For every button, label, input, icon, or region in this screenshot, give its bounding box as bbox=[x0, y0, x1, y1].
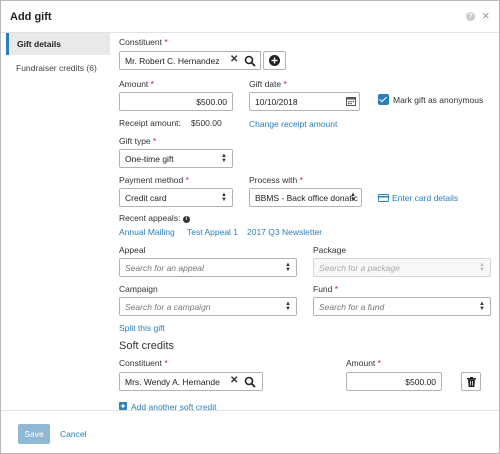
soft-credit-constituent-label: Constituent * bbox=[119, 358, 168, 368]
constituent-input[interactable]: Mr. Robert C. Hernandez bbox=[119, 51, 261, 70]
soft-credit-constituent-input[interactable]: Mrs. Wendy A. Hernande bbox=[119, 372, 263, 391]
plus-circle-icon bbox=[269, 55, 280, 66]
process-with-value: BBMS - Back office donatic bbox=[255, 193, 358, 203]
cancel-button[interactable]: Cancel bbox=[60, 429, 86, 439]
appeal-placeholder: Search for an appeal bbox=[125, 263, 204, 273]
save-button[interactable]: Save bbox=[18, 424, 50, 444]
enter-card-details-link[interactable]: Enter card details bbox=[392, 193, 458, 203]
tab-fundraiser-credits[interactable]: Fundraiser credits (6) bbox=[6, 57, 110, 79]
package-placeholder: Search for a package bbox=[319, 263, 400, 273]
search-icon[interactable] bbox=[244, 376, 256, 388]
appeal-select[interactable]: Search for an appeal ▲ ▼ bbox=[119, 258, 297, 277]
clear-icon[interactable]: ✕ bbox=[230, 376, 238, 386]
add-constituent-button[interactable] bbox=[263, 51, 286, 70]
split-gift-link[interactable]: Split this gift bbox=[119, 323, 165, 333]
calendar-icon[interactable] bbox=[346, 96, 356, 106]
info-icon[interactable]: i bbox=[182, 216, 190, 223]
fund-select[interactable]: Search for a fund ▲ ▼ bbox=[313, 297, 491, 316]
gift-date-input[interactable]: 10/10/2018 bbox=[249, 92, 360, 111]
payment-method-label: Payment method * bbox=[119, 175, 189, 185]
payment-method-select[interactable]: Credit card ▲ ▼ bbox=[119, 188, 233, 207]
close-icon[interactable]: × bbox=[482, 9, 490, 22]
gift-type-value: One-time gift bbox=[125, 154, 174, 164]
package-label: Package bbox=[313, 245, 347, 255]
add-gift-dialog: Add gift ? × Gift details Fundraiser cre… bbox=[0, 0, 500, 454]
campaign-select[interactable]: Search for a campaign ▲ ▼ bbox=[119, 297, 297, 316]
package-select: Search for a package ▲ ▼ bbox=[313, 258, 491, 277]
anonymous-label: Mark gift as anonymous bbox=[393, 95, 484, 105]
campaign-placeholder: Search for a campaign bbox=[125, 302, 211, 312]
select-arrows-icon: ▲ ▼ bbox=[221, 153, 227, 164]
process-with-label: Process with * bbox=[249, 175, 303, 185]
anonymous-checkbox[interactable] bbox=[378, 94, 389, 105]
constituent-label: Constituent * bbox=[119, 37, 168, 47]
amount-input[interactable]: $500.00 bbox=[119, 92, 233, 111]
select-arrows-icon: ▲ ▼ bbox=[479, 262, 485, 273]
credit-card-icon bbox=[378, 194, 389, 202]
select-arrows-icon: ▲ ▼ bbox=[479, 301, 485, 312]
clear-icon[interactable]: ✕ bbox=[230, 55, 238, 65]
gift-date-value: 10/10/2018 bbox=[255, 97, 298, 107]
payment-method-value: Credit card bbox=[125, 193, 167, 203]
plus-square-icon[interactable] bbox=[119, 402, 127, 410]
soft-credit-amount-label: Amount * bbox=[346, 358, 381, 368]
search-icon[interactable] bbox=[244, 55, 256, 67]
soft-credit-amount-input[interactable]: $500.00 bbox=[346, 372, 442, 391]
select-arrows-icon: ▲ ▼ bbox=[285, 301, 291, 312]
select-arrows-icon: ▲ ▼ bbox=[285, 262, 291, 273]
help-icon[interactable]: ? bbox=[466, 12, 475, 21]
dialog-title: Add gift bbox=[10, 11, 52, 23]
constituent-value: Mr. Robert C. Hernandez bbox=[125, 56, 220, 66]
soft-credit-constituent-value: Mrs. Wendy A. Hernande bbox=[125, 377, 220, 387]
recent-appeal-link[interactable]: Test Appeal 1 bbox=[187, 227, 238, 237]
soft-credits-title: Soft credits bbox=[119, 340, 175, 352]
gift-type-select[interactable]: One-time gift ▲ ▼ bbox=[119, 149, 233, 168]
select-arrows-icon: ▲ ▼ bbox=[221, 192, 227, 203]
fund-label: Fund * bbox=[313, 284, 339, 294]
recent-appeal-link[interactable]: Annual Mailing bbox=[119, 227, 175, 237]
tab-gift-details[interactable]: Gift details bbox=[6, 33, 110, 55]
recent-appeals-label: Recent appeals: i bbox=[119, 213, 190, 223]
change-receipt-amount-link[interactable]: Change receipt amount bbox=[249, 119, 337, 129]
trash-icon bbox=[467, 377, 476, 387]
recent-appeal-link[interactable]: 2017 Q3 Newsletter bbox=[247, 227, 322, 237]
campaign-label: Campaign bbox=[119, 284, 158, 294]
receipt-amount-value: $500.00 bbox=[191, 118, 222, 128]
select-arrows-icon: ▲ ▼ bbox=[350, 192, 356, 203]
fund-placeholder: Search for a fund bbox=[319, 302, 385, 312]
process-with-select[interactable]: BBMS - Back office donatic ▲ ▼ bbox=[249, 188, 362, 207]
gift-date-label: Gift date * bbox=[249, 79, 287, 89]
amount-label: Amount * bbox=[119, 79, 154, 89]
delete-soft-credit-button[interactable] bbox=[461, 372, 481, 391]
dialog-header: Add gift ? × bbox=[1, 1, 499, 33]
footer-divider bbox=[1, 410, 499, 411]
gift-type-label: Gift type * bbox=[119, 136, 157, 146]
appeal-label: Appeal bbox=[119, 245, 146, 255]
receipt-amount-label: Receipt amount: bbox=[119, 118, 181, 128]
